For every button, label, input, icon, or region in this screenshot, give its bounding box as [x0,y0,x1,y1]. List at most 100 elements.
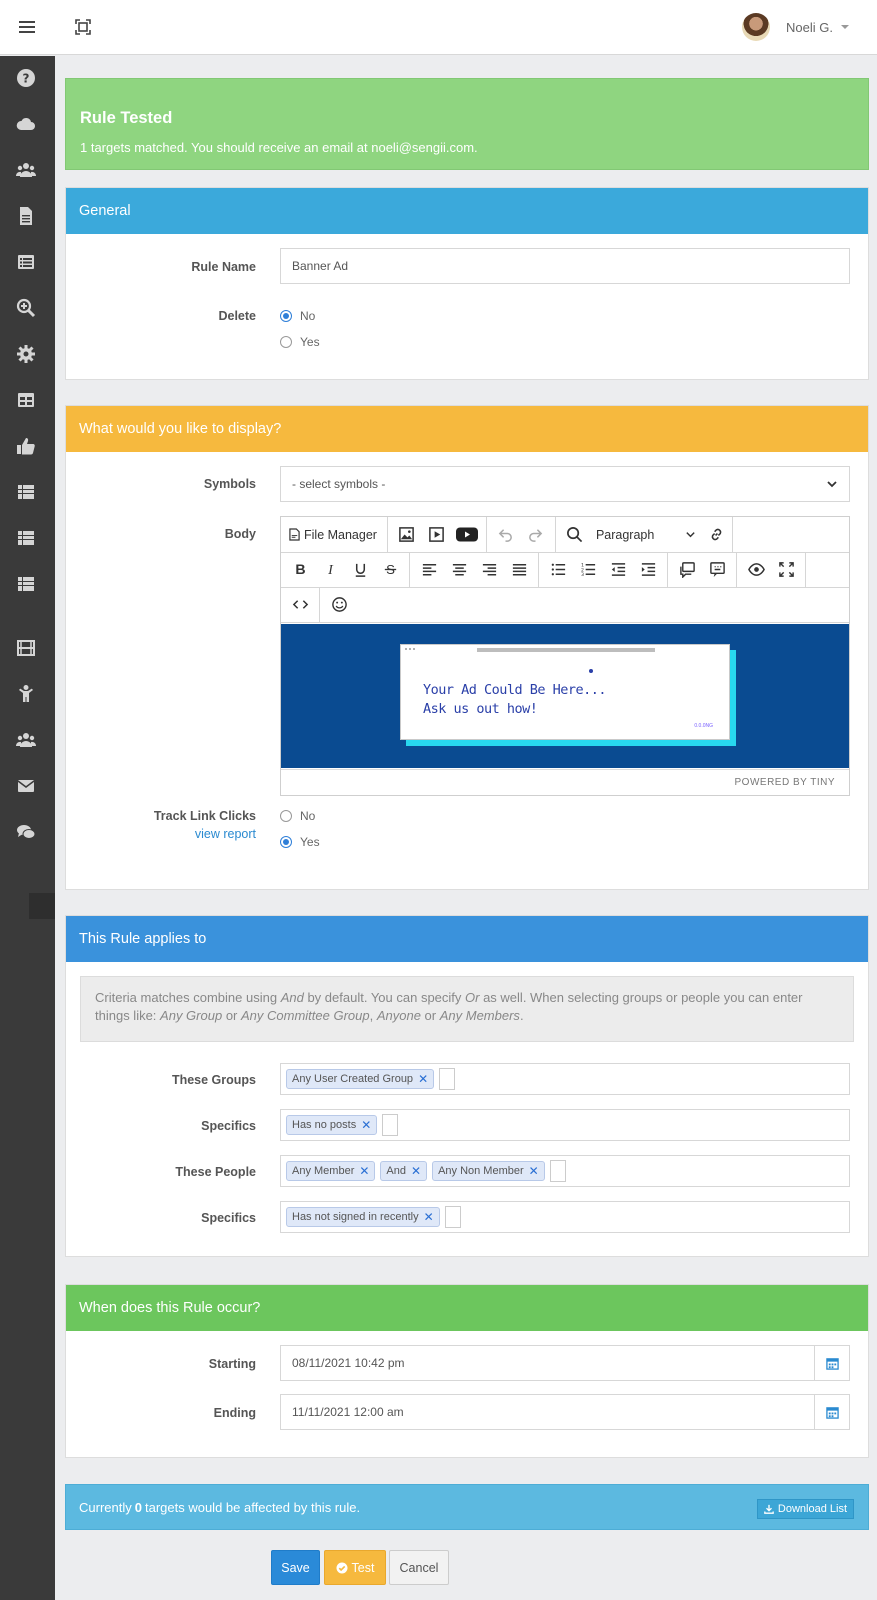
cancel-button[interactable]: Cancel [389,1550,449,1585]
calendar-icon[interactable] [814,1395,849,1429]
group-icon[interactable] [15,730,38,752]
users-icon[interactable] [15,160,38,182]
these-groups-field[interactable]: Any User Created Group ✕ [280,1063,850,1095]
delete-yes-radio[interactable]: Yes [280,335,320,349]
tag-input[interactable] [549,1160,566,1182]
remove-tag-icon[interactable]: ✕ [529,1164,539,1178]
download-list-button[interactable]: Download List [756,1499,854,1519]
undo-icon[interactable] [491,520,521,550]
banner-ad-image: Your Ad Could Be Here... Ask us out how!… [400,644,736,746]
paragraph-format-select[interactable]: Paragraph [590,520,702,550]
bullet-list-icon[interactable] [543,555,573,585]
remove-tag-icon[interactable]: ✕ [359,1164,369,1178]
calendar-icon[interactable] [814,1346,849,1380]
search-icon[interactable] [560,520,590,550]
link-icon[interactable] [702,520,732,550]
question-icon[interactable]: ? [16,68,38,90]
table-icon[interactable] [16,390,38,412]
specifics-2-field[interactable]: Has not signed in recently ✕ [280,1201,850,1233]
tag-input[interactable] [382,1114,399,1136]
user-menu[interactable]: Noeli G. [742,13,849,41]
delete-no-label: No [300,309,316,323]
radio-checked-icon [280,836,292,848]
tag-input[interactable] [444,1206,461,1228]
comments-icon[interactable] [16,822,38,844]
list-icon[interactable] [16,574,38,596]
numbered-list-icon[interactable]: 123 [573,555,603,585]
thumbs-up-icon[interactable] [16,436,38,458]
radio-checked-icon [280,310,292,322]
align-right-icon[interactable] [474,555,504,585]
starting-date-field[interactable]: 08/11/2021 10:42 pm [280,1345,850,1381]
bold-icon[interactable]: B [285,555,315,585]
redo-icon[interactable] [521,520,551,550]
save-button[interactable]: Save [271,1550,320,1585]
align-center-icon[interactable] [444,555,474,585]
outdent-icon[interactable] [603,555,633,585]
sidebar-collapse-handle[interactable] [29,893,55,919]
affected-targets-alert: Currently 0 targets would be affected by… [65,1484,869,1530]
preview-eye-icon[interactable] [741,555,771,585]
list-icon[interactable] [16,528,38,550]
special-chars-icon[interactable] [702,555,732,585]
paragraph-label: Paragraph [595,527,655,542]
align-justify-icon[interactable] [504,555,534,585]
applies-heading: This Rule applies to [66,916,868,962]
list-icon[interactable] [16,482,38,504]
track-yes-radio[interactable]: Yes [280,835,320,849]
editor-content-area[interactable]: Your Ad Could Be Here... Ask us out how!… [281,624,849,768]
starting-date-value[interactable]: 08/11/2021 10:42 pm [281,1346,814,1380]
these-people-field[interactable]: Any Member ✕ And ✕ Any Non Member ✕ [280,1155,850,1187]
envelope-icon[interactable] [16,776,38,798]
tag-input[interactable] [439,1068,456,1090]
remove-tag-icon[interactable]: ✕ [424,1210,434,1224]
cloud-icon[interactable] [16,114,38,136]
symbols-label: Symbols [203,477,256,491]
list-icon[interactable] [16,252,38,274]
alert-title: Rule Tested [80,109,173,127]
child-icon[interactable] [16,684,38,706]
track-no-radio[interactable]: No [280,809,315,823]
these-people-label: These People [175,1165,256,1179]
underline-icon[interactable] [345,555,375,585]
powered-by-label[interactable]: POWERED BY TINY [735,777,835,788]
insert-image-icon[interactable] [392,520,422,550]
track-link-clicks-label: Track Link Clicks [153,809,256,823]
test-button[interactable]: Test [324,1550,386,1585]
ending-date-value[interactable]: 11/11/2021 12:00 am [281,1395,814,1429]
fullscreen-icon[interactable] [74,18,92,36]
caret-down-icon [841,25,849,29]
view-report-link[interactable]: view report [66,827,256,841]
source-code-icon[interactable] [285,590,315,620]
tag: Any Non Member ✕ [432,1161,545,1181]
editor-status-bar: POWERED BY TINY [281,769,849,795]
indent-icon[interactable] [633,555,663,585]
film-icon[interactable] [16,638,38,660]
ending-date-field[interactable]: 11/11/2021 12:00 am [280,1394,850,1430]
file-manager-button[interactable]: File Manager [283,520,383,550]
specifics-1-field[interactable]: Has no posts ✕ [280,1109,850,1141]
gear-icon[interactable] [16,344,38,366]
delete-no-radio[interactable]: No [280,309,315,323]
remove-tag-icon[interactable]: ✕ [411,1164,421,1178]
youtube-icon[interactable] [452,520,482,550]
criteria-info-box: Criteria matches combine using And by de… [80,976,854,1042]
remove-tag-icon[interactable]: ✕ [418,1072,428,1086]
strikethrough-icon[interactable]: S [375,555,405,585]
italic-icon[interactable]: I [315,555,345,585]
remove-tag-icon[interactable]: ✕ [361,1118,371,1132]
document-icon[interactable] [16,206,38,228]
align-left-icon[interactable] [414,555,444,585]
ad-line-1: Your Ad Could Be Here... [423,682,607,698]
insert-media-icon[interactable] [422,520,452,550]
fullscreen-icon[interactable] [771,555,801,585]
search-plus-icon[interactable] [16,298,38,320]
editor-toolbar-row-2: B I S 123 [281,552,849,588]
comment-icon[interactable] [672,555,702,585]
rule-name-input[interactable]: Banner Ad [280,248,850,284]
ending-label: Ending [213,1406,256,1420]
chevron-down-icon [686,532,695,538]
symbols-select[interactable]: - select symbols - [280,466,850,502]
emoji-icon[interactable] [324,590,354,620]
hamburger-menu-icon[interactable] [18,18,36,36]
